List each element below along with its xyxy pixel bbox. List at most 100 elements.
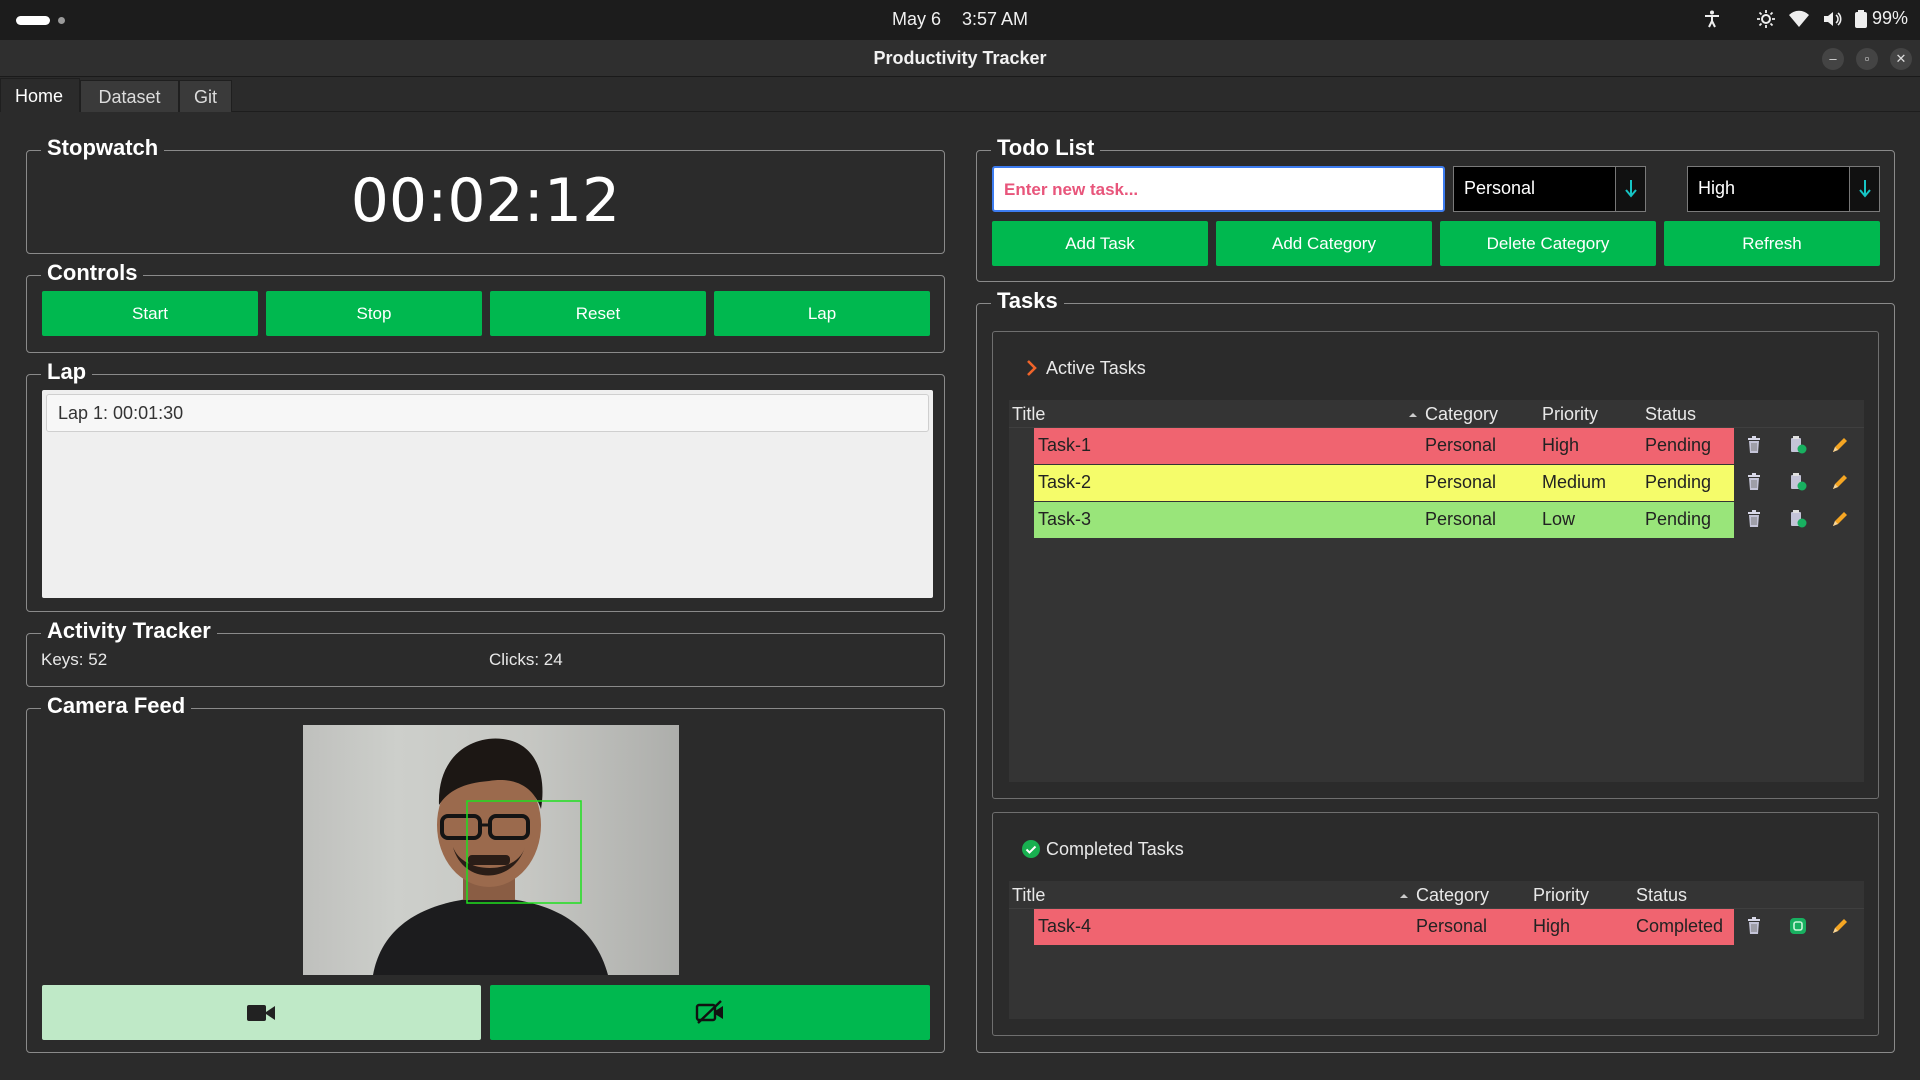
column-header-priority[interactable]: Priority bbox=[1533, 885, 1589, 906]
column-header-title[interactable]: Title bbox=[1012, 885, 1045, 906]
priority-select[interactable]: High bbox=[1687, 166, 1880, 212]
camera-feed-title: Camera Feed bbox=[41, 693, 192, 719]
date-label: May 6 bbox=[891, 9, 941, 29]
battery-percent: 99% bbox=[1871, 8, 1908, 28]
system-tray[interactable]: 99% bbox=[1702, 8, 1908, 29]
activity-tracker-title: Activity Tracker bbox=[41, 618, 217, 644]
table-header: Title Category Priority Status bbox=[1009, 881, 1864, 909]
camera-feed-group: Camera Feed bbox=[26, 693, 945, 1053]
activity-tracker-group: Activity Tracker Keys: 52 Clicks: 24 bbox=[26, 618, 945, 687]
edit-pencil-icon[interactable] bbox=[1831, 436, 1849, 459]
completed-tasks-table[interactable]: Title Category Priority Status Task-4 Pe… bbox=[1009, 881, 1864, 1019]
table-row[interactable]: Task-2 Personal Medium Pending bbox=[1034, 465, 1734, 501]
add-task-button[interactable]: Add Task bbox=[992, 221, 1208, 266]
delete-category-button[interactable]: Delete Category bbox=[1440, 221, 1656, 266]
active-tasks-table[interactable]: Title Category Priority Status Task-1 Pe… bbox=[1009, 400, 1864, 782]
sort-ascending-icon bbox=[1409, 413, 1417, 417]
sort-ascending-icon bbox=[1400, 894, 1408, 898]
table-row[interactable]: Task-1 Personal High Pending bbox=[1034, 428, 1734, 464]
tab-git[interactable]: Git bbox=[179, 80, 232, 112]
window-titlebar: Productivity Tracker – ▫ ✕ bbox=[0, 40, 1920, 77]
completed-tasks-label: Completed Tasks bbox=[1046, 839, 1184, 859]
task-status: Pending bbox=[1645, 509, 1712, 529]
column-header-category[interactable]: Category bbox=[1425, 404, 1498, 425]
task-title: Task-3 bbox=[1038, 509, 1092, 529]
category-dropdown-arrow[interactable] bbox=[1615, 167, 1645, 211]
system-top-bar: May 6 3:57 AM 99% bbox=[0, 0, 1920, 40]
tasks-title: Tasks bbox=[991, 288, 1064, 314]
task-category: Personal bbox=[1416, 916, 1488, 936]
close-button[interactable]: ✕ bbox=[1890, 48, 1912, 70]
start-button[interactable]: Start bbox=[42, 291, 258, 336]
task-priority: Medium bbox=[1542, 472, 1607, 492]
refresh-button[interactable]: Refresh bbox=[1664, 221, 1880, 266]
main-tab-bar: Home Dataset Git bbox=[0, 78, 1920, 112]
table-header: Title Category Priority Status bbox=[1009, 400, 1864, 428]
trash-icon[interactable] bbox=[1747, 436, 1761, 459]
active-tasks-label: Active Tasks bbox=[1046, 358, 1146, 378]
tab-home[interactable]: Home bbox=[0, 78, 80, 112]
column-header-category[interactable]: Category bbox=[1416, 885, 1489, 906]
column-header-title[interactable]: Title bbox=[1012, 404, 1045, 425]
todo-list-group: Todo List Enter new task... Personal Hig… bbox=[976, 135, 1895, 282]
video-camera-icon bbox=[247, 1005, 275, 1021]
edit-pencil-icon[interactable] bbox=[1831, 917, 1849, 940]
column-header-status[interactable]: Status bbox=[1636, 885, 1687, 906]
trash-icon[interactable] bbox=[1747, 917, 1761, 940]
lap-group: Lap Lap 1: 00:01:30 bbox=[26, 359, 945, 612]
system-clock[interactable]: May 6 3:57 AM bbox=[0, 9, 1920, 30]
task-priority: High bbox=[1542, 435, 1580, 455]
camera-stop-button[interactable] bbox=[490, 985, 930, 1040]
restore-task-icon[interactable] bbox=[1789, 917, 1807, 940]
camera-feed-image bbox=[303, 725, 679, 975]
mark-complete-icon[interactable] bbox=[1789, 473, 1807, 496]
category-selected-value: Personal bbox=[1464, 178, 1536, 198]
task-category: Personal bbox=[1425, 509, 1497, 529]
mark-complete-icon[interactable] bbox=[1789, 436, 1807, 459]
stop-button[interactable]: Stop bbox=[266, 291, 482, 336]
task-priority: High bbox=[1533, 916, 1571, 936]
table-row[interactable]: Task-3 Personal Low Pending bbox=[1034, 502, 1734, 538]
task-status: Pending bbox=[1645, 472, 1712, 492]
wifi-icon bbox=[1788, 9, 1810, 29]
trash-icon[interactable] bbox=[1747, 473, 1761, 496]
controls-title: Controls bbox=[41, 260, 144, 286]
tab-dataset[interactable]: Dataset bbox=[80, 80, 179, 112]
stopwatch-group: Stopwatch 00:02:12 bbox=[26, 135, 945, 254]
stopwatch-title: Stopwatch bbox=[41, 135, 165, 161]
arrow-down-icon bbox=[1625, 180, 1637, 198]
restore-button[interactable]: ▫ bbox=[1856, 48, 1878, 70]
lap-list[interactable]: Lap 1: 00:01:30 bbox=[42, 390, 933, 598]
task-status: Pending bbox=[1645, 435, 1712, 455]
accessibility-icon[interactable] bbox=[1702, 9, 1722, 29]
reset-button[interactable]: Reset bbox=[490, 291, 706, 336]
priority-selected-value: High bbox=[1698, 178, 1736, 198]
add-category-button[interactable]: Add Category bbox=[1216, 221, 1432, 266]
task-title: Task-4 bbox=[1038, 916, 1092, 936]
window-title: Productivity Tracker bbox=[873, 48, 1047, 68]
column-header-priority[interactable]: Priority bbox=[1542, 404, 1598, 425]
active-tasks-panel: Active Tasks Title Category Priority Sta… bbox=[992, 331, 1879, 799]
trash-icon[interactable] bbox=[1747, 510, 1761, 533]
keys-count: Keys: 52 bbox=[41, 650, 108, 669]
new-task-input[interactable]: Enter new task... bbox=[992, 166, 1445, 212]
arrow-down-icon bbox=[1859, 180, 1871, 198]
edit-pencil-icon[interactable] bbox=[1831, 510, 1849, 533]
battery-icon bbox=[1854, 9, 1868, 29]
table-row[interactable]: Task-4 Personal High Completed bbox=[1034, 909, 1734, 945]
lap-list-item[interactable]: Lap 1: 00:01:30 bbox=[46, 394, 929, 432]
column-header-status[interactable]: Status bbox=[1645, 404, 1696, 425]
lap-button[interactable]: Lap bbox=[714, 291, 930, 336]
category-select[interactable]: Personal bbox=[1453, 166, 1646, 212]
stopwatch-display: 00:02:12 bbox=[350, 166, 621, 236]
check-circle-icon[interactable] bbox=[1021, 839, 1041, 859]
task-title: Task-1 bbox=[1038, 435, 1092, 455]
chevron-right-icon[interactable] bbox=[1026, 359, 1038, 377]
edit-pencil-icon[interactable] bbox=[1831, 473, 1849, 496]
camera-start-button[interactable] bbox=[42, 985, 481, 1040]
mark-complete-icon[interactable] bbox=[1789, 510, 1807, 533]
minimize-button[interactable]: – bbox=[1822, 48, 1844, 70]
priority-dropdown-arrow[interactable] bbox=[1849, 167, 1879, 211]
completed-tasks-panel: Completed Tasks Title Category Priority … bbox=[992, 812, 1879, 1036]
volume-icon bbox=[1822, 9, 1842, 29]
